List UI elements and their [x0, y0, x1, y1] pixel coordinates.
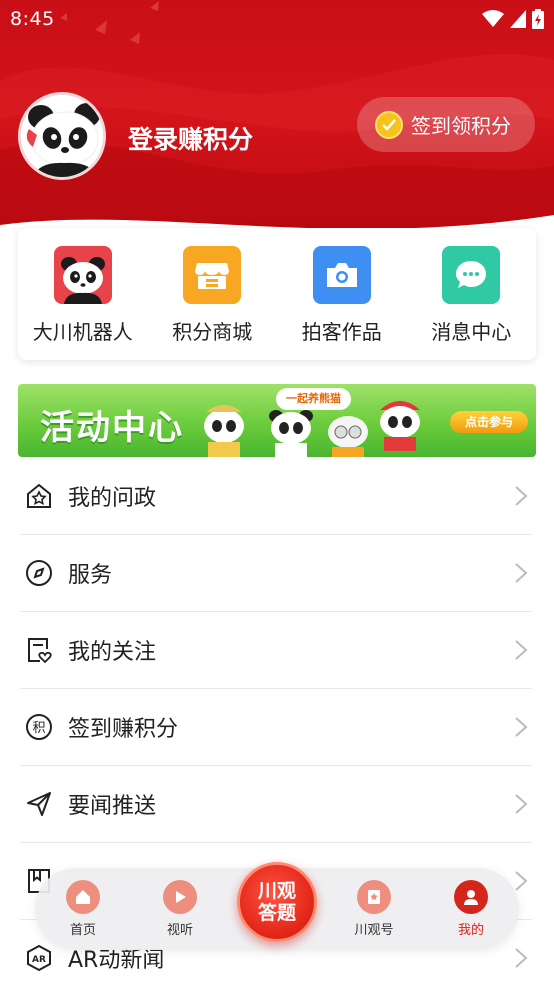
- tab-home[interactable]: 首页: [53, 880, 113, 938]
- tab-media[interactable]: 视听: [150, 880, 210, 938]
- chevron-right-icon: [515, 948, 528, 968]
- menu-item-label: 要闻推送: [68, 794, 157, 819]
- quiz-center-button[interactable]: 川观 答题: [237, 862, 317, 942]
- quick-action-label: 积分商城: [172, 320, 253, 344]
- svg-text:积: 积: [32, 721, 45, 736]
- home-icon: [66, 880, 100, 914]
- menu-item-service[interactable]: 服务: [20, 535, 532, 612]
- checkin-label: 签到领积分: [411, 114, 511, 138]
- status-time: 8:45: [10, 8, 55, 30]
- banner-bubble: 一起养熊猫: [276, 388, 351, 410]
- points-icon: 积: [24, 712, 54, 742]
- chat-icon: [442, 246, 501, 304]
- tab-mine[interactable]: 我的: [441, 880, 501, 938]
- menu-item-label: 我的问政: [68, 486, 157, 511]
- chevron-right-icon: [515, 717, 528, 737]
- login-earn-points-link[interactable]: 登录赚积分: [128, 120, 253, 156]
- menu-item-label: 服务: [68, 563, 113, 588]
- tab-chuanguan-account[interactable]: 川观号: [344, 880, 404, 938]
- activity-center-banner[interactable]: 活动中心 一起养熊猫 点击参与: [18, 384, 536, 457]
- tab-label: 视听: [166, 923, 193, 938]
- checkin-button[interactable]: 签到领积分: [357, 97, 535, 152]
- follow-heart-icon: [24, 635, 54, 665]
- menu-item-label: 签到赚积分: [68, 717, 179, 742]
- battery-icon: [532, 9, 544, 29]
- quick-action-label: 消息中心: [431, 320, 512, 344]
- play-icon: [163, 880, 197, 914]
- quick-action-points-mall[interactable]: 积分商城: [148, 228, 278, 360]
- chevron-right-icon: [515, 486, 528, 506]
- chevron-right-icon: [515, 794, 528, 814]
- menu-item-checkin-points[interactable]: 积 签到赚积分: [20, 689, 532, 766]
- status-bar: 8:45: [0, 0, 554, 38]
- tab-label: 我的: [457, 923, 484, 938]
- tab-label: 首页: [69, 923, 96, 938]
- banner-join-button[interactable]: 点击参与: [450, 411, 528, 433]
- quick-action-label: 大川机器人: [32, 320, 133, 344]
- quick-action-messages[interactable]: 消息中心: [407, 228, 537, 360]
- menu-item-my-follows[interactable]: 我的关注: [20, 612, 532, 689]
- compass-icon: [24, 558, 54, 588]
- home-star-icon: [24, 481, 54, 511]
- quick-actions-card: 大川机器人 积分商城 拍客作品 消息中心: [18, 228, 536, 360]
- camera-icon: [312, 246, 371, 304]
- panda-robot-icon: [53, 246, 112, 304]
- quick-action-robot[interactable]: 大川机器人: [18, 228, 148, 360]
- chevron-right-icon: [515, 563, 528, 583]
- menu-item-news-push[interactable]: 要闻推送: [20, 766, 532, 843]
- avatar[interactable]: [18, 92, 106, 180]
- check-circle-icon: [375, 110, 403, 139]
- user-icon: [454, 880, 488, 914]
- wifi-icon: [482, 10, 504, 27]
- menu-item-my-inquiries[interactable]: 我的问政: [20, 458, 532, 535]
- chevron-right-icon: [515, 640, 528, 660]
- badge-icon: [357, 880, 391, 914]
- svg-text:AR: AR: [32, 955, 46, 965]
- send-icon: [24, 789, 54, 819]
- quiz-button-line2: 答题: [257, 902, 296, 924]
- signal-icon: [510, 10, 526, 28]
- quiz-button-line1: 川观: [257, 880, 296, 902]
- system-icons: [482, 9, 544, 29]
- tab-label: 川观号: [354, 923, 394, 938]
- quick-action-works[interactable]: 拍客作品: [277, 228, 407, 360]
- menu-item-label: 我的关注: [68, 640, 157, 665]
- chevron-right-icon: [515, 871, 528, 891]
- shop-icon: [183, 246, 242, 304]
- ar-icon: AR: [24, 943, 54, 973]
- banner-title: 活动中心: [40, 408, 184, 448]
- quick-action-label: 拍客作品: [301, 320, 382, 344]
